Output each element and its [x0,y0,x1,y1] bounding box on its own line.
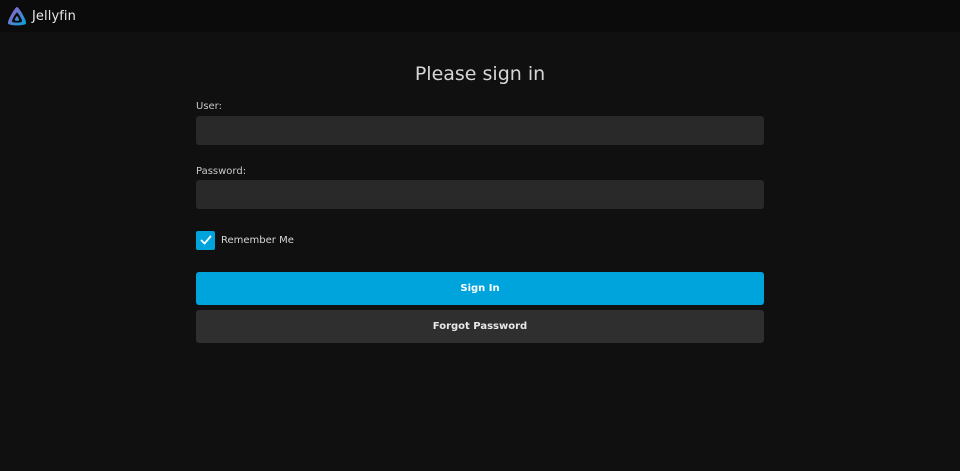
checkmark-icon [200,235,211,245]
sign-in-button[interactable]: Sign In [196,272,764,305]
forgot-password-button-label: Forgot Password [432,321,528,332]
remember-me-label: Remember Me [221,234,294,246]
sign-in-button-label: Sign In [460,283,500,294]
user-input[interactable] [196,116,764,145]
user-label: User: [196,101,222,112]
password-input[interactable] [196,180,764,209]
forgot-password-button[interactable]: Forgot Password [196,310,764,343]
app-name: Jellyfin [32,8,76,24]
header-bar: Jellyfin [0,0,960,32]
jellyfin-logo-icon [7,7,27,26]
password-label: Password: [196,166,247,177]
app-logo[interactable]: Jellyfin [6,5,76,27]
remember-me-row[interactable]: Remember Me [196,230,294,250]
page-title: Please sign in [414,63,546,85]
remember-me-checkbox[interactable] [196,230,215,250]
